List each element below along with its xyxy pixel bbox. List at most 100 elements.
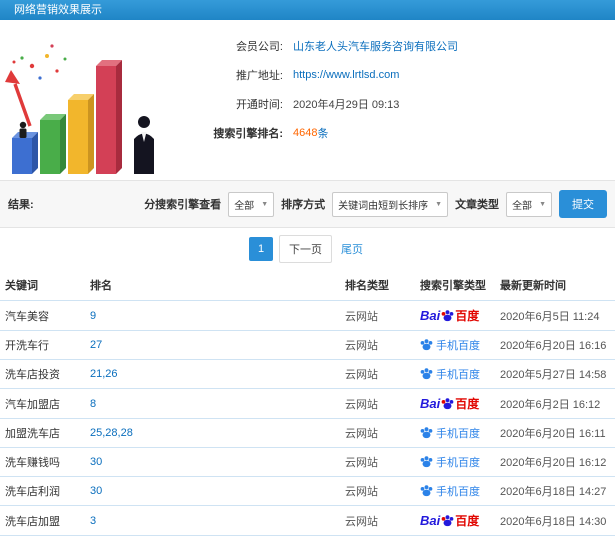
rank-type-cell: 云网站: [340, 418, 415, 448]
filter-bar: 结果: 分搜索引擎查看 全部 ▼ 排序方式 关键词由短到长排序 ▼ 文章类型 全…: [0, 180, 615, 228]
rank-type-cell: 云网站: [340, 505, 415, 536]
rank-cell[interactable]: 25,28,28: [85, 418, 340, 448]
keyword-cell[interactable]: 洗车店利润: [0, 476, 85, 506]
engine-filter-label: 分搜索引擎查看: [144, 199, 222, 211]
baidu-logo-cn: 百度: [455, 514, 480, 528]
rank-cell[interactable]: 30: [85, 476, 340, 506]
header-update-time: 最新更新时间: [495, 270, 615, 301]
baidu-paw-icon: [420, 456, 433, 468]
chevron-down-icon: ▼: [261, 200, 269, 208]
baidu-paw-icon: [420, 339, 433, 351]
keyword-cell[interactable]: 洗车店加盟: [0, 505, 85, 536]
time-cell: 2020年6月20日 16:11: [495, 418, 615, 448]
rank-type-cell: 云网站: [340, 388, 415, 419]
submit-button[interactable]: 提交: [559, 190, 607, 218]
info-row-url: 推广地址: https://www.lrtlsd.com: [187, 67, 458, 83]
header-keyword: 关键词: [0, 270, 85, 301]
bar-gold: [68, 94, 94, 174]
businessman-figure: [134, 116, 154, 174]
baidu-paw-icon: [441, 310, 454, 322]
header-rank: 排名: [85, 270, 340, 301]
rank-type-cell: 云网站: [340, 447, 415, 477]
baidu-logo-text: Bai: [420, 396, 441, 411]
baidu-paw-icon: [441, 515, 454, 527]
filter-controls: 分搜索引擎查看 全部 ▼ 排序方式 关键词由短到长排序 ▼ 文章类型 全部 ▼ …: [144, 190, 607, 218]
small-person-figure: [19, 121, 27, 138]
header-rank-type: 排名类型: [340, 270, 415, 301]
rank-cell[interactable]: 27: [85, 330, 340, 360]
bar-blue: [12, 132, 38, 174]
baidu-logo-cn: 百度: [455, 397, 480, 411]
member-info: 会员公司: 山东老人头汽车服务咨询有限公司 推广地址: https://www.…: [187, 26, 458, 176]
engine-cell: 手机百度: [415, 447, 495, 477]
time-cell: 2020年6月20日 16:12: [495, 447, 615, 477]
keyword-cell[interactable]: 汽车美容: [0, 300, 85, 331]
table-header-row: 关键词 排名 排名类型 搜索引擎类型 最新更新时间: [0, 270, 615, 301]
keyword-cell[interactable]: 洗车赚钱吗: [0, 447, 85, 477]
keyword-cell[interactable]: 洗车店投资: [0, 359, 85, 389]
promotion-url-link[interactable]: https://www.lrtlsd.com: [293, 69, 399, 81]
rank-count-value: 4648: [293, 127, 318, 139]
table-row: 开洗车行 27 云网站 手机百度 2020年6月20日 16:16: [0, 330, 615, 360]
pagination: 1 下一页 尾页: [0, 228, 615, 270]
table-row: 洗车店投资 21,26 云网站 手机百度 2020年5月27日 14:58: [0, 359, 615, 389]
engine-cell: Bai 百度: [415, 505, 495, 536]
page-header: 网络营销效果展示: [0, 0, 615, 20]
mobile-baidu-label: 手机百度: [436, 486, 480, 498]
table-row: 洗车赚钱吗 30 云网站 手机百度 2020年6月20日 16:12: [0, 447, 615, 477]
rank-type-cell: 云网站: [340, 476, 415, 506]
time-cell: 2020年5月27日 14:58: [495, 359, 615, 389]
keyword-cell[interactable]: 汽车加盟店: [0, 388, 85, 419]
time-cell: 2020年6月18日 14:27: [495, 476, 615, 506]
info-row-rank-count: 搜索引擎排名: 4648 条: [187, 125, 458, 141]
engine-cell: Bai 百度: [415, 300, 495, 331]
bar-green: [40, 114, 66, 174]
sort-select[interactable]: 关键词由短到长排序 ▼: [332, 191, 449, 217]
baidu-paw-icon: [420, 485, 433, 497]
engine-select-value: 全部: [234, 200, 255, 212]
mobile-baidu-label: 手机百度: [436, 428, 480, 440]
keyword-cell[interactable]: 开洗车行: [0, 330, 85, 360]
time-cell: 2020年6月5日 11:24: [495, 300, 615, 331]
rank-type-cell: 云网站: [340, 359, 415, 389]
rank-cell[interactable]: 9: [85, 300, 340, 331]
rank-cell[interactable]: 8: [85, 388, 340, 419]
page-number-current[interactable]: 1: [249, 237, 273, 261]
article-type-select[interactable]: 全部 ▼: [506, 191, 552, 217]
company-link[interactable]: 山东老人头汽车服务咨询有限公司: [293, 38, 458, 54]
engine-cell: 手机百度: [415, 476, 495, 506]
keyword-cell[interactable]: 加盟洗车店: [0, 418, 85, 448]
sort-filter-label: 排序方式: [281, 199, 326, 211]
bar-red: [96, 60, 122, 174]
last-page-button[interactable]: 尾页: [338, 236, 366, 262]
rank-type-cell: 云网站: [340, 300, 415, 331]
open-time-value: 2020年4月29日 09:13: [293, 99, 400, 111]
time-cell: 2020年6月20日 16:16: [495, 330, 615, 360]
sort-select-value: 关键词由短到长排序: [338, 200, 429, 212]
table-row: 洗车店利润 30 云网站 手机百度 2020年6月18日 14:27: [0, 476, 615, 506]
table-row: 加盟洗车店 25,28,28 云网站 手机百度 2020年6月20日 16:11: [0, 418, 615, 448]
baidu-logo-cn: 百度: [455, 309, 480, 323]
confetti-dots: [12, 44, 67, 80]
info-row-company: 会员公司: 山东老人头汽车服务咨询有限公司: [187, 38, 458, 54]
table-row: 汽车加盟店 8 云网站 Bai 百度 2020年6月2日 16:12: [0, 388, 615, 419]
rank-count-label: 搜索引擎排名:: [213, 128, 283, 140]
next-page-button[interactable]: 下一页: [279, 235, 332, 263]
rank-count-unit: 条: [317, 128, 329, 140]
url-label: 推广地址:: [235, 70, 283, 82]
engine-select[interactable]: 全部 ▼: [228, 191, 275, 217]
rank-type-cell: 云网站: [340, 330, 415, 360]
result-label: 结果:: [8, 199, 34, 211]
baidu-logo-text: Bai: [420, 308, 441, 323]
page-title: 网络营销效果展示: [14, 4, 102, 16]
mobile-baidu-label: 手机百度: [436, 457, 480, 469]
rank-cell[interactable]: 21,26: [85, 359, 340, 389]
type-select-value: 全部: [512, 200, 533, 212]
mobile-baidu-label: 手机百度: [436, 369, 480, 381]
rank-cell[interactable]: 30: [85, 447, 340, 477]
time-cell: 2020年6月2日 16:12: [495, 388, 615, 419]
bar-chart-image: [5, 44, 154, 174]
chart-illustration: [2, 26, 187, 176]
rank-cell[interactable]: 3: [85, 505, 340, 536]
engine-cell: 手机百度: [415, 359, 495, 389]
